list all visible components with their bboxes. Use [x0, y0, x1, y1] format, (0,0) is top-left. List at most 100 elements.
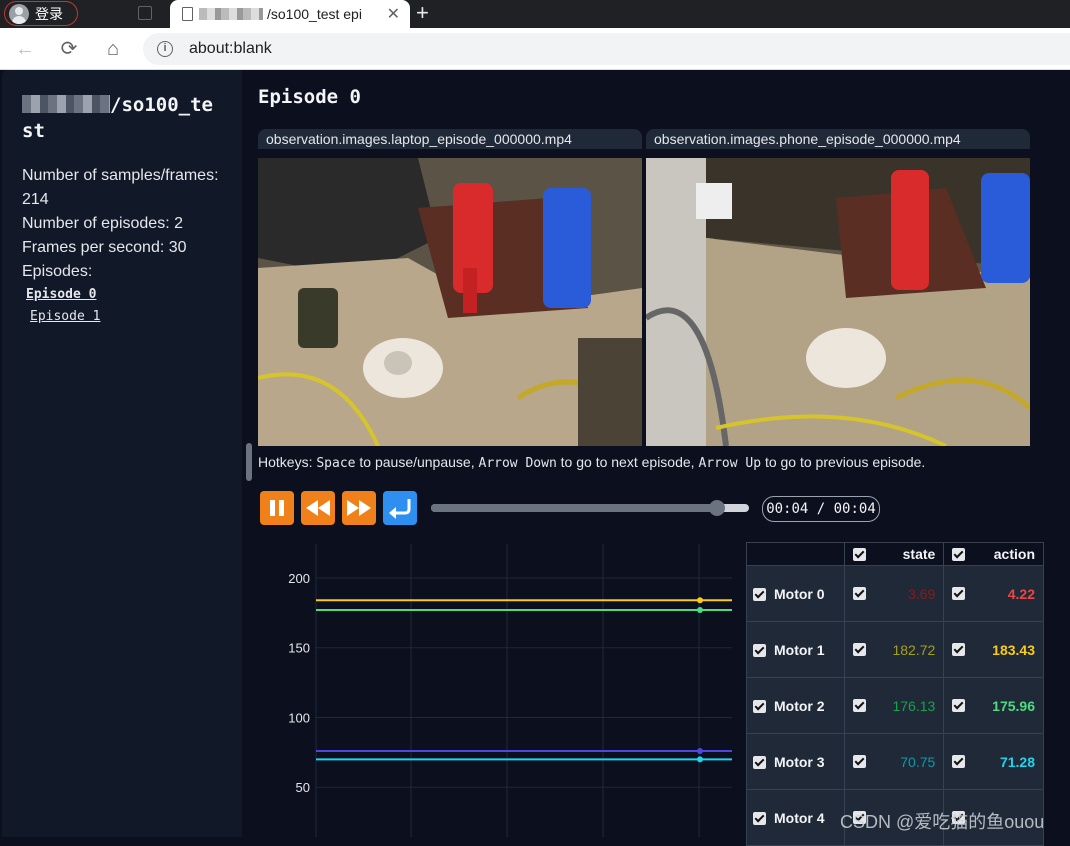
checkbox-icon[interactable] [852, 755, 866, 768]
video-phone[interactable]: observation.images.phone_episode_000000.… [646, 129, 1030, 447]
profile-button[interactable]: 登录 [4, 1, 78, 26]
motor-name-cell: Motor 2 [746, 677, 845, 734]
rewind-icon [306, 500, 330, 516]
pause-button[interactable] [260, 491, 294, 525]
checkbox-icon[interactable] [852, 699, 866, 712]
checkbox-icon[interactable] [753, 699, 766, 713]
checkbox-icon[interactable] [753, 587, 766, 601]
video-frame-phone[interactable] [646, 158, 1030, 446]
reload-icon[interactable]: ⟳ [56, 36, 82, 62]
chart-svg: 200 150 100 50 [288, 544, 732, 837]
table-row: Motor 0 3.69 4.22 [746, 565, 1044, 622]
checkbox-icon[interactable] [753, 755, 766, 769]
motor-name-cell: Motor 0 [746, 565, 845, 622]
dataset-title: /so100_test [22, 92, 222, 144]
table-row: Motor 1 182.72 183.43 [746, 621, 1044, 678]
info-episodes-heading: Episodes: [22, 263, 93, 280]
hotkeys-prefix: Hotkeys: [258, 454, 317, 470]
checkbox-icon[interactable] [753, 811, 766, 825]
y-tick-label: 100 [288, 710, 310, 725]
progress-slider[interactable] [431, 500, 749, 516]
checkbox-icon[interactable] [952, 587, 966, 600]
loop-button[interactable] [383, 491, 417, 525]
episode-link-1[interactable]: Episode 1 [22, 306, 222, 328]
checkbox-icon[interactable] [952, 755, 966, 768]
video-label: observation.images.phone_episode_000000.… [646, 129, 1030, 149]
checkbox-icon[interactable] [952, 548, 966, 561]
video-label: observation.images.laptop_episode_000000… [258, 129, 642, 149]
state-value: 182.72 [892, 641, 936, 658]
pause-icon [270, 500, 284, 516]
table-header-row: state action [746, 542, 1044, 566]
page: /so100_test Number of samples/frames: 21… [0, 70, 1070, 846]
video-laptop[interactable]: observation.images.laptop_episode_000000… [258, 129, 642, 447]
y-tick-label: 50 [296, 780, 310, 795]
fast-forward-button[interactable] [342, 491, 376, 525]
info-episodes: Number of episodes: 2 [22, 215, 183, 232]
rewind-button[interactable] [301, 491, 335, 525]
home-icon[interactable]: ⌂ [100, 36, 126, 62]
progress-fill [431, 504, 718, 512]
hotkey-arrow-down: Arrow Down [478, 456, 557, 471]
motor-table: state action Motor 0 3.69 4.22 Motor 1 182.7… [746, 542, 1044, 846]
close-icon[interactable]: ✕ [387, 4, 400, 24]
browser-tab[interactable]: /so100_test epi ✕ [170, 0, 410, 28]
profile-label: 登录 [35, 5, 63, 22]
checkbox-icon[interactable] [952, 699, 966, 712]
y-tick-label: 150 [288, 641, 310, 656]
header-state-label: state [902, 546, 936, 562]
y-tick-label: 200 [288, 571, 310, 586]
state-cell: 176.13 [843, 677, 945, 734]
main-panel: Episode 0 observation.images.laptop_epis… [258, 70, 1070, 846]
action-cell: 183.43 [943, 621, 1044, 678]
browser-toolbar: ← ⟳ ⌂ i about:blank [0, 28, 1070, 70]
table-row: Motor 2 176.13 175.96 [746, 677, 1044, 734]
info-icon[interactable]: i [157, 41, 173, 57]
dataset-info: Number of samples/frames: 214 Number of … [22, 164, 222, 328]
motor-name: Motor 4 [774, 809, 825, 826]
action-value: 4.22 [1007, 585, 1035, 602]
redacted-text [22, 95, 110, 113]
episode-link-0[interactable]: Episode 0 [22, 284, 222, 306]
document-icon [182, 7, 193, 21]
action-cell: 71.28 [943, 733, 1044, 790]
action-cell: 4.22 [943, 565, 1044, 622]
checkbox-icon[interactable] [852, 643, 866, 656]
progress-handle[interactable] [709, 500, 726, 516]
header-action: action [943, 542, 1044, 566]
series-point [697, 747, 703, 754]
checkbox-icon[interactable] [852, 548, 866, 561]
new-tab-icon[interactable]: + [416, 0, 429, 26]
series-point [697, 756, 703, 763]
state-cell: 3.69 [843, 565, 945, 622]
action-value: 175.96 [992, 697, 1035, 714]
hotkey-text-2: to go to next episode, [556, 454, 699, 470]
video-frame-laptop[interactable] [258, 158, 642, 446]
motor-chart[interactable]: 200 150 100 50 [258, 540, 738, 837]
motor-name: Motor 0 [774, 585, 825, 602]
time-display: 00:04 / 00:04 [762, 496, 880, 522]
checkbox-icon[interactable] [952, 643, 966, 656]
motor-name-cell: Motor 3 [746, 733, 845, 790]
checkbox-icon[interactable] [852, 587, 866, 600]
avatar-icon [9, 3, 29, 24]
motor-name: Motor 1 [774, 641, 825, 658]
browser-tab-bar: 登录 /so100_test epi ✕ + [0, 0, 1070, 28]
motor-name: Motor 3 [774, 753, 825, 770]
playback-controls: 00:04 / 00:04 [260, 491, 900, 527]
header-empty [746, 542, 845, 566]
address-bar[interactable]: i about:blank [143, 33, 1070, 65]
tab-group-icon[interactable] [138, 6, 152, 20]
state-value: 176.13 [892, 697, 936, 714]
sidebar: /so100_test Number of samples/frames: 21… [2, 70, 242, 837]
address-text: about:blank [189, 40, 272, 57]
header-action-label: action [993, 546, 1035, 562]
action-value: 183.43 [992, 641, 1035, 658]
motor-name-cell: Motor 4 [746, 789, 845, 846]
hotkey-space: Space [316, 456, 356, 471]
hotkey-arrow-up: Arrow Up [698, 456, 762, 471]
checkbox-icon[interactable] [753, 643, 766, 657]
info-fps: Frames per second: 30 [22, 239, 187, 256]
back-icon[interactable]: ← [12, 36, 38, 62]
scrollbar-handle[interactable] [246, 443, 252, 481]
